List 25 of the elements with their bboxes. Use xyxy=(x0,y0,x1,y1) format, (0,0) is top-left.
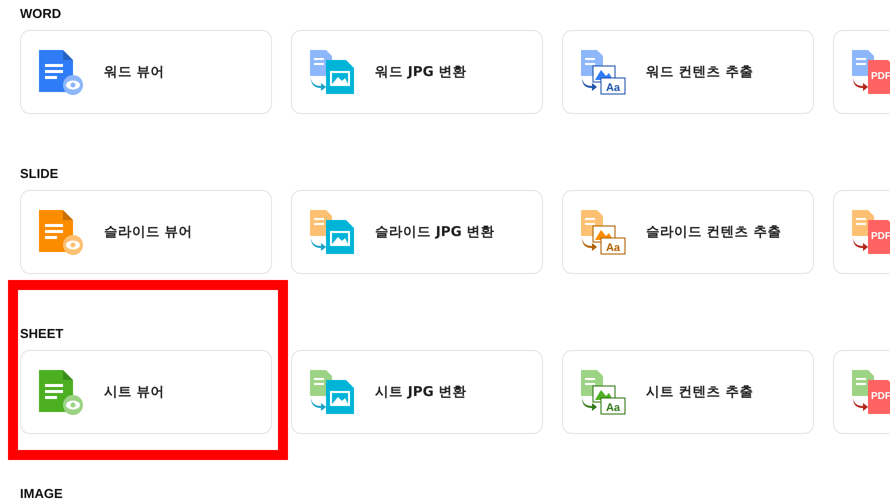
tool-card[interactable]: Aa 시트 컨텐츠 추출 xyxy=(562,350,814,434)
tool-card[interactable]: 슬라이드 뷰어 xyxy=(20,190,272,274)
card-label: 워드 뷰어 xyxy=(104,63,165,81)
section-heading: SLIDE xyxy=(20,165,60,182)
card-label: 시트 JPG 변환 xyxy=(375,383,466,401)
tool-card[interactable]: 시트 뷰어 xyxy=(20,350,272,434)
tool-card[interactable]: Aa 워드 컨텐츠 추출 xyxy=(562,30,814,114)
tool-card[interactable]: 시트 JPG 변환 xyxy=(291,350,543,434)
card-label: 슬라이드 컨텐츠 추출 xyxy=(646,223,782,241)
card-label: 시트 뷰어 xyxy=(104,383,165,401)
tool-card[interactable]: Aa 슬라이드 컨텐츠 추출 xyxy=(562,190,814,274)
tool-card[interactable]: 워드 뷰어 xyxy=(20,30,272,114)
tool-card[interactable]: 워드 JPG 변환 xyxy=(291,30,543,114)
section-heading: SHEET xyxy=(20,325,64,342)
card-label: 워드 JPG 변환 xyxy=(375,63,466,81)
section-heading: WORD xyxy=(20,5,62,22)
card-label: 슬라이드 뷰어 xyxy=(104,223,193,241)
card-label: 슬라이드 JPG 변환 xyxy=(375,223,494,241)
section-heading: IMAGE xyxy=(20,485,64,502)
document-image-icon xyxy=(308,208,356,256)
document-image-icon xyxy=(308,48,356,96)
card-label: 워드 컨텐츠 추출 xyxy=(646,63,754,81)
tool-card[interactable]: 슬라이드 JPG 변환 xyxy=(291,190,543,274)
card-label: 시트 컨텐츠 추출 xyxy=(646,383,754,401)
document-image-icon xyxy=(308,368,356,416)
